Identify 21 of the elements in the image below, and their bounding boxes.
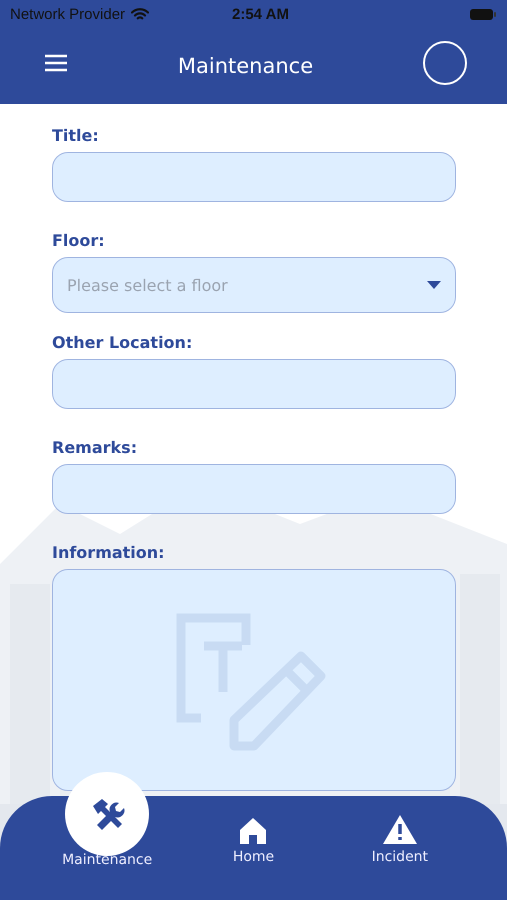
home-icon — [239, 817, 268, 845]
wifi-icon — [131, 8, 150, 20]
caret-icon — [427, 281, 441, 289]
field-label: Remarks: — [52, 438, 138, 458]
warning-icon — [382, 814, 418, 845]
menu-icon[interactable] — [44, 54, 68, 72]
input-field[interactable] — [52, 359, 456, 409]
field-label: Other Location: — [52, 333, 192, 353]
text-area[interactable] — [52, 569, 456, 791]
input-field[interactable] — [52, 152, 456, 202]
field-label: Information: — [52, 543, 165, 563]
status-time: 2:54 AM — [231, 6, 290, 22]
carrier-name: Network Provider — [10, 6, 126, 22]
page-title: Maintenance — [176, 54, 314, 78]
battery-icon — [469, 8, 497, 20]
input-field[interactable] — [52, 464, 456, 514]
field-label: Floor: — [52, 231, 105, 251]
field-label: Title: — [52, 126, 99, 146]
tab-item[interactable]: Home — [180, 772, 327, 865]
profile-avatar[interactable] — [423, 41, 467, 85]
tab-item[interactable]: Incident — [326, 772, 473, 865]
